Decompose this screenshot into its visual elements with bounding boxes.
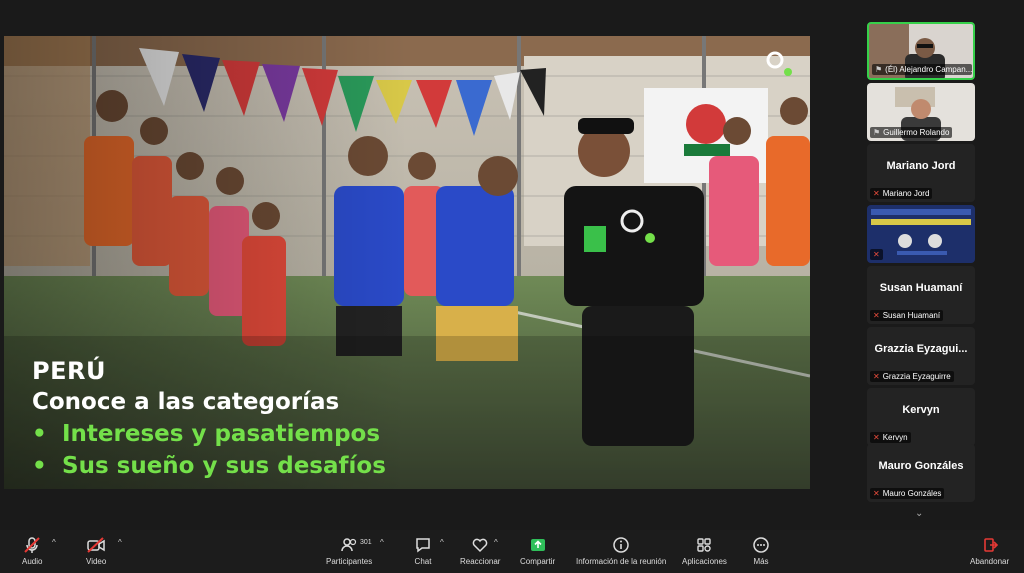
participant-display-name: Susan Huamaní — [879, 282, 963, 294]
react-options-chevron-icon[interactable]: ^ — [494, 538, 498, 547]
video-tile-self[interactable]: ⚑ (Él) Alejandro Campan... — [867, 22, 975, 80]
mic-off-icon: ✕ — [873, 433, 880, 442]
participant-name-tag: ✕ Mauro Gonzáles — [870, 488, 945, 499]
video-button[interactable]: Video — [86, 536, 106, 566]
apps-icon — [695, 536, 713, 554]
mic-off-icon: ✕ — [873, 489, 880, 498]
more-icon — [752, 536, 770, 554]
audio-options-chevron-icon[interactable]: ^ — [52, 538, 56, 547]
mic-muted-icon — [23, 536, 41, 554]
zoom-meeting-window: PERÚ Conoce a las categorías • Intereses … — [0, 0, 1024, 573]
participant-name-tag: ✕ — [870, 249, 883, 260]
audio-label: Audio — [22, 557, 43, 566]
apps-button[interactable]: Aplicaciones — [682, 536, 727, 566]
chat-button[interactable]: Chat — [414, 536, 432, 566]
video-options-chevron-icon[interactable]: ^ — [118, 538, 122, 547]
participants-count: 301 — [360, 539, 372, 546]
participant-name: (Él) Alejandro Campan... — [885, 65, 972, 74]
participant-name: Susan Huamaní — [882, 311, 941, 320]
participant-name: Kervyn — [882, 433, 908, 442]
meeting-toolbar: Audio ^ Video ^ Participantes 301 ^ Chat… — [0, 530, 1024, 573]
share-button[interactable]: Compartir — [520, 536, 555, 566]
participant-name-tag: ✕ Grazzia Eyzaguirre — [870, 371, 954, 382]
leave-button[interactable]: Abandonar — [970, 536, 1009, 566]
slide-bullet-1: • Intereses y pasatiempos — [32, 421, 381, 447]
react-label: Reaccionar — [460, 557, 501, 566]
participant-name-tag: ⚑ (Él) Alejandro Campan... — [872, 64, 972, 75]
meeting-info-button[interactable]: Información de la reunión — [576, 536, 666, 566]
info-icon — [612, 536, 630, 554]
slide-bullet-1-text: Intereses y pasatiempos — [62, 421, 381, 447]
participant-display-name: Mariano Jord — [886, 160, 956, 172]
share-label: Compartir — [520, 557, 556, 566]
leave-icon — [981, 536, 999, 554]
more-label: Más — [753, 557, 769, 566]
mic-off-icon: ✕ — [873, 372, 880, 381]
pin-icon: ⚑ — [875, 65, 883, 74]
participant-tile-mariano[interactable]: Mariano Jord ✕ Mariano Jord — [867, 144, 975, 202]
participant-name-tag: ✕ Susan Huamaní — [870, 310, 944, 321]
share-screen-icon — [529, 536, 547, 554]
participant-name: Mauro Gonzáles — [882, 489, 942, 498]
participant-tile-presentation[interactable]: ✕ — [867, 205, 975, 263]
participant-display-name: Kervyn — [902, 404, 940, 416]
slide-text-block: PERÚ Conoce a las categorías • Intereses … — [32, 356, 386, 482]
participants-options-chevron-icon[interactable]: ^ — [380, 538, 384, 547]
participant-gallery: ⚑ (Él) Alejandro Campan... ⚑ Guillermo Rol… — [867, 22, 975, 502]
mic-off-icon: ✕ — [873, 189, 880, 198]
slide-bullet-2: • Sus sueño y sus desafíos — [32, 453, 386, 479]
chat-icon — [414, 536, 432, 554]
participant-name-tag: ✕ Mariano Jord — [870, 188, 933, 199]
video-off-icon — [86, 536, 106, 554]
pin-icon: ⚑ — [873, 128, 881, 137]
participant-tile-susan[interactable]: Susan Huamaní ✕ Susan Huamaní — [867, 266, 975, 324]
participant-tile-mauro[interactable]: Mauro Gonzáles ✕ Mauro Gonzáles — [867, 444, 975, 502]
apps-label: Aplicaciones — [682, 557, 727, 566]
participant-name: Grazzia Eyzaguirre — [882, 372, 951, 381]
audio-button[interactable]: Audio — [22, 536, 42, 566]
chat-label: Chat — [414, 557, 432, 566]
participant-tile-kervyn[interactable]: Kervyn ✕ Kervyn — [867, 388, 975, 446]
meeting-info-label: Información de la reunión — [576, 557, 667, 566]
participant-video — [867, 205, 975, 263]
more-button[interactable]: Más — [752, 536, 770, 566]
chat-options-chevron-icon[interactable]: ^ — [440, 538, 444, 547]
participant-name-tag: ⚑ Guillermo Rolando — [870, 127, 953, 138]
participant-name: Mariano Jord — [882, 189, 930, 198]
chevron-down-icon[interactable]: ⌄ — [915, 508, 923, 519]
slide-bullet-2-text: Sus sueño y sus desafíos — [62, 453, 386, 479]
slide-subtitle: Conoce a las categorías — [32, 389, 340, 415]
mic-off-icon: ✕ — [873, 250, 880, 259]
participant-display-name: Mauro Gonzáles — [878, 460, 964, 472]
participant-display-name: Grazzia Eyzagui... — [874, 343, 968, 355]
participant-name-tag: ✕ Kervyn — [870, 432, 911, 443]
participants-icon — [340, 536, 358, 554]
participant-name: Guillermo Rolando — [883, 128, 950, 137]
mic-off-icon: ✕ — [873, 311, 880, 320]
leave-label: Abandonar — [970, 557, 1010, 566]
video-tile-guillermo[interactable]: ⚑ Guillermo Rolando — [867, 83, 975, 141]
video-label: Video — [86, 557, 107, 566]
participants-label: Participantes — [326, 557, 373, 566]
participant-tile-grazzia[interactable]: Grazzia Eyzagui... ✕ Grazzia Eyzaguirre — [867, 327, 975, 385]
slide-title: PERÚ — [32, 357, 106, 385]
shared-screen: PERÚ Conoce a las categorías • Intereses … — [4, 36, 810, 489]
heart-icon — [471, 536, 489, 554]
